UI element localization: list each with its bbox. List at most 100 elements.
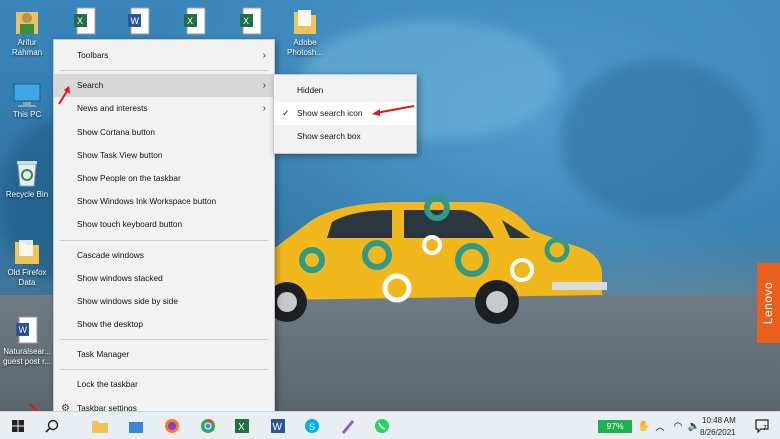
excel-file-icon[interactable]: X: [182, 6, 208, 36]
menu-item-show-cortana-button[interactable]: Show Cortana button: [54, 121, 274, 144]
skype-icon: S: [305, 419, 319, 433]
menu-item-label: News and interests: [77, 103, 148, 114]
menu-separator: [60, 369, 268, 371]
menu-item-label: Show windows stacked: [77, 272, 163, 283]
svg-text:X: X: [238, 422, 245, 433]
start-button[interactable]: [8, 416, 28, 436]
submenu-item-label: Show search box: [297, 131, 361, 141]
clock-date[interactable]: 8/26/2021: [700, 428, 736, 437]
svg-text:X: X: [187, 16, 193, 26]
menu-separator: [60, 339, 268, 341]
taskbar: X W S 97% ✋ ︿ ◠ 🔈 10:48 AM 8/26/2021 7: [0, 411, 780, 439]
taskbar-app-file-explorer[interactable]: [90, 416, 110, 436]
file-explorer-icon: [92, 421, 108, 433]
menu-item-label: Show the desktop: [77, 319, 143, 330]
taskbar-app-pen[interactable]: [338, 416, 358, 436]
menu-item-label: Task Manager: [77, 349, 130, 360]
folder-icon: [15, 240, 39, 264]
search-icon: [45, 419, 59, 433]
firefox-icon: [165, 419, 179, 433]
menu-item-show-touch-keyboard[interactable]: Show touch keyboard button: [54, 213, 274, 236]
taskbar-app-word[interactable]: W: [268, 416, 288, 436]
submenu-item-label: Show search icon: [297, 108, 363, 118]
menu-item-search[interactable]: Search ›: [54, 74, 274, 98]
desktop-icon-label: Recycle Bin: [5, 190, 49, 199]
menu-item-show-task-view-button[interactable]: Show Task View button: [54, 144, 274, 167]
submenu-item-label: Hidden: [297, 85, 324, 95]
svg-text:X: X: [243, 16, 249, 26]
speaker-icon: 🔈: [687, 420, 701, 432]
word-icon: W: [271, 419, 285, 433]
windows-logo-icon: [12, 420, 24, 432]
svg-text:W: W: [273, 422, 283, 433]
lenovo-logo-text: Lenovo: [761, 281, 776, 325]
desktop-icon-label: Naturalsear... guest post r...: [2, 347, 52, 366]
menu-item-label: Cascade windows: [77, 249, 144, 260]
desktop-icon-label: Old Firefox Data: [7, 268, 47, 287]
menu-item-show-windows-stacked[interactable]: Show windows stacked: [54, 267, 274, 290]
menu-separator: [60, 70, 268, 72]
word-file-icon[interactable]: W: [126, 6, 152, 36]
desktop-icon-word-document[interactable]: W Naturalsear... guest post r...: [0, 315, 54, 367]
desktop-icon-this-pc[interactable]: This PC: [0, 82, 54, 120]
menu-item-show-people[interactable]: Show People on the taskbar: [54, 167, 274, 190]
lenovo-logo: Lenovo: [757, 263, 780, 343]
menu-item-toolbars[interactable]: Toolbars ›: [54, 44, 274, 67]
menu-separator: [60, 239, 268, 241]
excel-file-icon[interactable]: X: [72, 6, 98, 36]
taskbar-app-skype[interactable]: S: [302, 416, 322, 436]
search-button[interactable]: [42, 416, 62, 436]
taskbar-app-whatsapp[interactable]: [372, 416, 392, 436]
menu-item-show-the-desktop[interactable]: Show the desktop: [54, 313, 274, 336]
menu-item-show-windows-side-by-side[interactable]: Show windows side by side: [54, 290, 274, 313]
word-document-icon: W: [16, 316, 38, 344]
annotation-arrow-icon: [58, 86, 70, 105]
chevron-right-icon: ›: [262, 80, 266, 92]
notification-count: 7: [763, 425, 767, 432]
clock-time[interactable]: 10:48 AM: [702, 416, 736, 425]
desktop-icon-adobe-photoshop[interactable]: Adobe Photosh...: [278, 6, 332, 58]
menu-item-label: Show touch keyboard button: [77, 219, 183, 230]
this-pc-icon: [13, 83, 41, 107]
desktop-icon-old-firefox-data[interactable]: Old Firefox Data: [0, 236, 54, 288]
menu-item-label: Show Windows Ink Workspace button: [77, 196, 217, 207]
yellow-car-image: [272, 195, 607, 324]
svg-text:X: X: [77, 16, 83, 26]
checkmark-icon: ✓: [282, 108, 290, 118]
show-hidden-icons-button[interactable]: ︿: [650, 416, 670, 436]
recycle-bin-icon: [17, 161, 37, 187]
user-folder-icon: [16, 12, 38, 34]
desktop-icon-user-folder[interactable]: Arifur Rahman: [0, 6, 54, 58]
battery-indicator[interactable]: 97%: [598, 420, 632, 433]
taskbar-app-store[interactable]: [126, 416, 146, 436]
svg-text:W: W: [131, 16, 140, 26]
menu-item-news-and-interests[interactable]: News and interests ›: [54, 97, 274, 120]
taskbar-app-firefox[interactable]: [162, 416, 182, 436]
menu-item-label: Search: [77, 80, 104, 91]
desktop-icon-label: This PC: [12, 110, 42, 119]
menu-item-show-windows-ink[interactable]: Show Windows Ink Workspace button: [54, 190, 274, 213]
submenu-item-show-search-box[interactable]: Show search box: [274, 125, 416, 148]
desktop-icon-label: Arifur Rahman: [11, 38, 43, 57]
menu-item-lock-the-taskbar[interactable]: Lock the taskbar: [54, 373, 274, 396]
chrome-icon: [201, 418, 215, 433]
pen-icon: [342, 420, 354, 434]
chevron-right-icon: ›: [262, 50, 266, 61]
notification-icon: [755, 419, 769, 434]
taskbar-app-excel[interactable]: X: [232, 416, 252, 436]
taskbar-context-menu: Toolbars › Search › News and interests › Sh…: [53, 39, 275, 422]
menu-item-label: Show Cortana button: [77, 126, 155, 137]
desktop-icon-recycle-bin[interactable]: Recycle Bin: [0, 158, 54, 200]
hand-icon: ✋: [637, 420, 651, 432]
action-center-button[interactable]: 7: [752, 416, 772, 436]
chevron-right-icon: ›: [262, 103, 266, 115]
taskbar-app-chrome[interactable]: [198, 416, 218, 436]
menu-item-cascade-windows[interactable]: Cascade windows: [54, 244, 274, 267]
menu-item-task-manager[interactable]: Task Manager: [54, 343, 274, 366]
submenu-item-hidden[interactable]: Hidden: [274, 79, 416, 102]
menu-item-label: Lock the taskbar: [77, 379, 138, 390]
svg-text:S: S: [309, 422, 315, 432]
excel-icon: X: [235, 419, 249, 433]
chevron-up-icon: ︿: [655, 421, 665, 432]
excel-file-icon[interactable]: X: [238, 6, 264, 36]
